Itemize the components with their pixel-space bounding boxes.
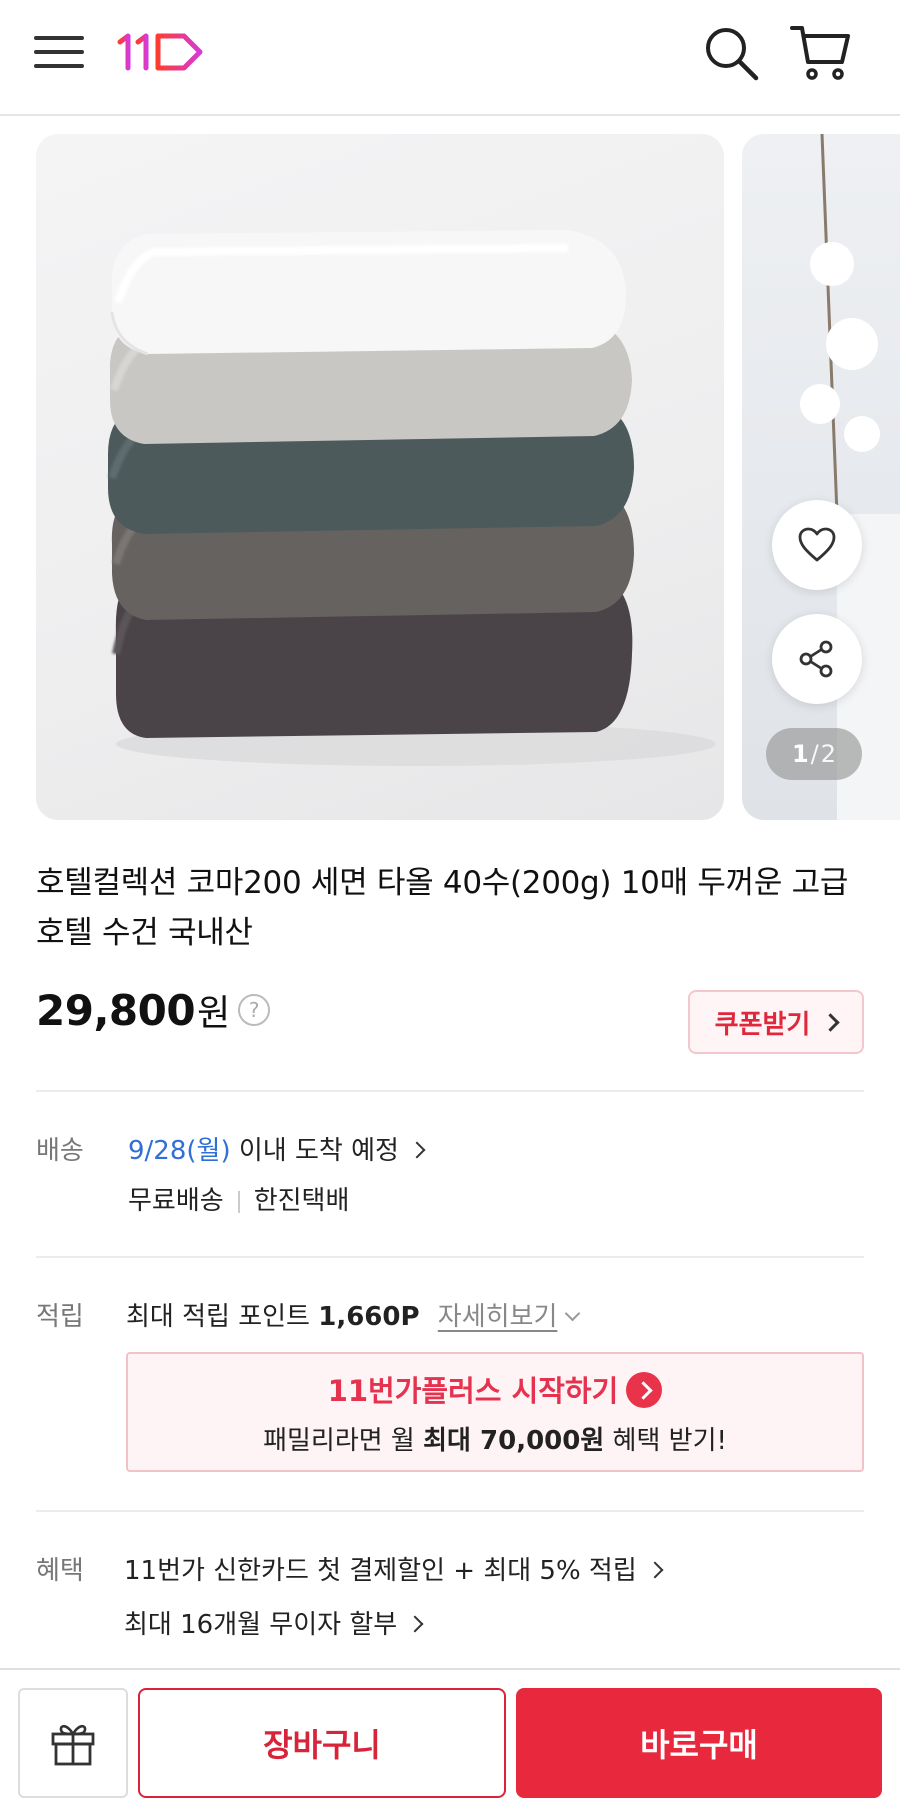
plus-brand: 11번가플러스 <box>327 1374 502 1408</box>
benefit-card-discount-link[interactable]: 11번가 신한카드 첫 결제할인 + 최대 5% 적립 <box>124 1550 664 1587</box>
price-currency: 원 <box>197 993 231 1034</box>
11st-logo[interactable] <box>116 28 206 76</box>
product-image-next-slide[interactable] <box>742 134 900 820</box>
chevron-right-icon <box>821 1012 841 1032</box>
heart-icon <box>798 527 836 562</box>
share-icon <box>799 640 833 678</box>
price-row: 29,800 원 ? <box>36 980 271 1040</box>
hamburger-menu-icon[interactable] <box>34 30 86 74</box>
product-title: 호텔컬렉션 코마200 세면 타올 40수(200g) 10매 두꺼운 고급 호… <box>36 865 849 951</box>
delivery-arrival-text: 이내 도착 예정 <box>230 1136 399 1166</box>
chevron-right-icon <box>406 1615 424 1632</box>
cart-icon[interactable] <box>790 22 850 82</box>
share-button[interactable] <box>772 614 862 704</box>
search-icon[interactable] <box>702 24 760 82</box>
buy-now-button[interactable]: 바로구매 <box>516 1688 882 1798</box>
delivery-carrier: 한진택배 <box>253 1186 350 1216</box>
separator <box>237 1190 240 1213</box>
coupon-button-label: 쿠폰받기 <box>714 1009 811 1040</box>
benefit-line-1: 11번가 신한카드 첫 결제할인 + 최대 5% 적립 <box>124 1556 637 1586</box>
delivery-label: 배송 <box>36 1136 84 1166</box>
plus-sub-bold: 최대 70,000원 <box>423 1426 605 1456</box>
delivery-date: 9/28(월) <box>128 1136 231 1166</box>
chevron-down-icon[interactable] <box>565 1305 581 1322</box>
points-detail-link[interactable]: 자세히보기 <box>438 1302 558 1332</box>
gift-button[interactable] <box>18 1688 128 1798</box>
delivery-info: 무료배송 한진택배 <box>128 1180 349 1217</box>
pager-separator: / <box>810 740 819 768</box>
delivery-arrival-link[interactable]: 9/28(월) 이내 도착 예정 <box>128 1130 426 1167</box>
price-help-icon[interactable]: ? <box>238 994 271 1026</box>
points-info: 최대 적립 포인트 1,660P 자세히보기 <box>126 1296 581 1333</box>
divider <box>36 1090 864 1092</box>
bottom-action-bar: 장바구니 바로구매 <box>0 1668 900 1816</box>
plus-membership-banner[interactable]: 11번가플러스 시작하기 패밀리라면 월 최대 70,000원 혜택 받기! <box>126 1352 864 1472</box>
benefit-line-2: 최대 16개월 무이자 할부 <box>124 1610 398 1640</box>
plus-sub-prefix: 패밀리라면 월 <box>263 1426 424 1456</box>
points-text: 최대 적립 포인트 <box>126 1302 319 1332</box>
points-label: 적립 <box>36 1302 84 1332</box>
image-pager: 1 / 2 <box>766 728 862 780</box>
product-price: 29,800 <box>36 985 196 1035</box>
benefit-installment-link[interactable]: 최대 16개월 무이자 할부 <box>124 1604 424 1641</box>
product-image-carousel[interactable]: 1 / 2 <box>36 134 900 820</box>
chevron-right-icon <box>646 1561 664 1578</box>
plus-sub-suffix: 혜택 받기! <box>604 1426 727 1456</box>
delivery-fee: 무료배송 <box>128 1186 224 1216</box>
points-amount: 1,660P <box>318 1302 420 1332</box>
pager-total: 2 <box>820 740 837 768</box>
chevron-right-icon <box>408 1141 426 1158</box>
plus-action: 시작하기 <box>501 1374 619 1408</box>
pager-current: 1 <box>791 740 809 768</box>
wishlist-button[interactable] <box>772 500 862 590</box>
divider <box>36 1256 864 1258</box>
add-to-cart-button[interactable]: 장바구니 <box>138 1688 506 1798</box>
top-header <box>0 0 900 116</box>
plus-banner-subtext: 패밀리라면 월 최대 70,000원 혜택 받기! <box>128 1420 862 1457</box>
gift-icon <box>51 1724 95 1766</box>
plus-banner-headline: 11번가플러스 시작하기 <box>128 1368 862 1411</box>
benefits-label: 혜택 <box>36 1556 84 1586</box>
arrow-right-circle-icon <box>626 1372 663 1408</box>
coupon-button[interactable]: 쿠폰받기 <box>688 990 864 1054</box>
divider <box>36 1510 864 1512</box>
product-image-towel-stack[interactable] <box>36 134 724 820</box>
